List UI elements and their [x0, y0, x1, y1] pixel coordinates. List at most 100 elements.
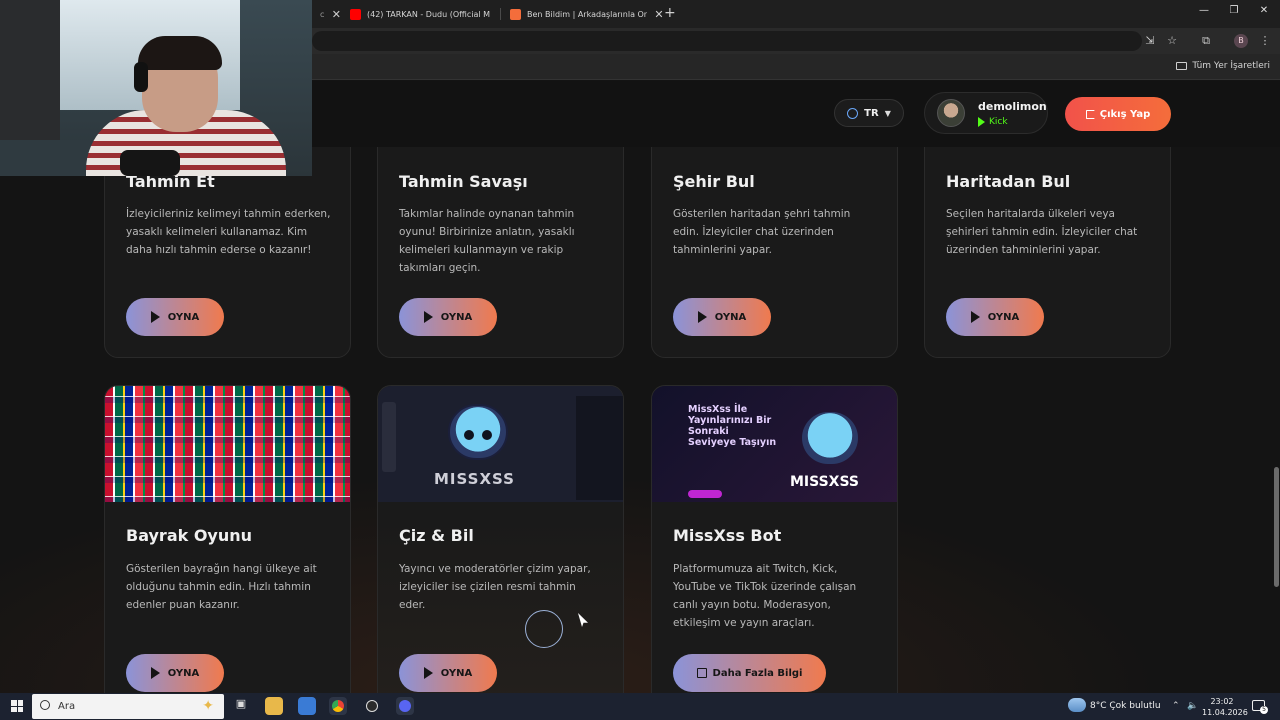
platform-label: Kick — [989, 117, 1008, 127]
youtube-icon — [350, 8, 361, 20]
menu-icon[interactable]: ⋮ — [1258, 34, 1272, 48]
game-title: Çiz & Bil — [399, 526, 474, 545]
site-favicon-icon — [510, 8, 521, 20]
play-button-label: OYNA — [987, 311, 1020, 323]
weather-icon[interactable] — [1068, 698, 1086, 712]
bookmark-star-icon[interactable]: ☆ — [1165, 34, 1179, 48]
webcam-person-hair — [138, 36, 222, 70]
discord-taskbar-button[interactable] — [396, 697, 414, 715]
thumbnail-cta — [688, 490, 722, 498]
play-button[interactable]: OYNA — [673, 298, 771, 336]
game-title: Haritadan Bul — [946, 172, 1071, 191]
game-description: Seçilen haritalarda ülkeleri veya şehirl… — [946, 208, 1138, 256]
drawing-toolbar — [382, 402, 396, 472]
play-button[interactable]: OYNA — [946, 298, 1044, 336]
platform-badge: Kick — [978, 117, 1008, 127]
install-app-icon[interactable]: ⇲ — [1143, 34, 1157, 48]
game-description: Gösterilen bayrağın hangi ülkeye ait old… — [126, 563, 317, 611]
thumbnail-logo-text: MISSXSS — [434, 470, 515, 488]
taskbar-search-input[interactable]: Ara ✦ — [32, 694, 224, 719]
address-bar[interactable] — [312, 31, 1142, 51]
game-card-bayrak-oyunu: Bayrak Oyunu Gösterilen bayrağın hangi ü… — [104, 385, 351, 693]
play-button[interactable]: OYNA — [126, 298, 224, 336]
thumbnail-bot-name: MISSXSS — [790, 474, 860, 490]
webcam-headset — [134, 62, 148, 92]
play-button-label: OYNA — [167, 667, 200, 679]
logout-button[interactable]: Çıkış Yap — [1065, 97, 1171, 131]
game-title: Tahmin Savaşı — [399, 172, 528, 191]
app-icon[interactable] — [298, 697, 316, 715]
chevron-down-icon: ▼ — [884, 108, 891, 118]
chrome-taskbar-button[interactable] — [329, 697, 347, 715]
game-description: Takımlar halinde oynanan tahmin oyunu! B… — [399, 208, 575, 274]
notification-count-badge: 5 — [1260, 706, 1268, 714]
volume-icon[interactable]: 🔈 — [1187, 701, 1198, 711]
extensions-icon[interactable]: ⧉ — [1199, 34, 1213, 48]
play-icon — [150, 311, 160, 323]
thumbnail-side-panel — [576, 396, 623, 500]
folder-icon — [1176, 62, 1188, 70]
page-scrollbar[interactable] — [1274, 467, 1279, 587]
external-link-icon — [696, 668, 707, 678]
game-description: İzleyicileriniz kelimeyi tahmin ederken,… — [126, 208, 331, 256]
game-card-missxss-bot: MissXss İle Yayınlarınızı Bir Sonraki Se… — [651, 385, 898, 693]
search-icon — [40, 700, 50, 710]
drawing-thumbnail: MISSXSS — [378, 386, 623, 502]
tab-title: Ben Bildim | Arkadaşlarınla Onl — [527, 9, 647, 19]
discord-icon — [399, 700, 411, 712]
clock-time: 23:02 — [1210, 697, 1234, 706]
windows-start-icon[interactable] — [11, 700, 23, 712]
game-description: Gösterilen haritadan şehri tahmin edin. … — [673, 208, 851, 256]
flags-thumbnail — [105, 386, 350, 502]
tab-title: (42) TARKAN - Dudu (Official M — [367, 9, 491, 19]
language-selector[interactable]: TR ▼ — [834, 99, 904, 127]
play-button-label: OYNA — [167, 311, 200, 323]
obs-icon — [366, 700, 378, 712]
logout-icon — [1085, 109, 1095, 119]
close-tab-icon[interactable]: ✕ — [330, 8, 342, 21]
obs-taskbar-button[interactable] — [363, 697, 381, 715]
restore-icon[interactable]: ❐ — [1227, 5, 1241, 16]
task-view-icon[interactable]: ▣ — [232, 697, 250, 715]
bot-thumbnail: MissXss İle Yayınlarınızı Bir Sonraki Se… — [652, 386, 897, 502]
user-profile-chip[interactable]: demolimon Kick — [924, 92, 1048, 134]
new-tab-button[interactable]: + — [664, 5, 676, 21]
game-title: Şehir Bul — [673, 172, 755, 191]
chevron-up-icon[interactable]: ⌃ — [1172, 701, 1180, 711]
play-button[interactable]: OYNA — [126, 654, 224, 692]
minimize-icon[interactable]: — — [1197, 5, 1211, 16]
browser-tab-benbildim[interactable]: Ben Bildim | Arkadaşlarınla Onl ✕ — [502, 4, 673, 24]
sparkle-icon: ✦ — [202, 698, 214, 714]
game-description: Yayıncı ve moderatörler çizim yapar, izl… — [399, 563, 591, 611]
profile-avatar[interactable]: B — [1234, 34, 1248, 48]
weather-text[interactable]: 8°C Çok bulutlu — [1090, 701, 1161, 711]
loading-spinner — [525, 610, 563, 648]
globe-icon — [847, 107, 859, 119]
play-icon — [697, 311, 707, 323]
username: demolimon — [978, 100, 1047, 113]
webcam-overlay — [0, 0, 312, 176]
mascot-eye — [482, 430, 492, 440]
more-info-button[interactable]: Daha Fazla Bilgi — [673, 654, 826, 692]
game-description: Platformumuza ait Twitch, Kick, YouTube … — [673, 563, 857, 629]
all-bookmarks-button[interactable]: Tüm Yer İşaretleri — [1176, 61, 1270, 71]
play-icon — [970, 311, 980, 323]
play-button[interactable]: OYNA — [399, 298, 497, 336]
all-bookmarks-label: Tüm Yer İşaretleri — [1192, 61, 1270, 71]
file-explorer-icon[interactable] — [265, 697, 283, 715]
mascot-image — [448, 404, 508, 460]
tab-truncated-edge: c — [320, 9, 325, 19]
kick-icon — [978, 117, 985, 127]
play-button[interactable]: OYNA — [399, 654, 497, 692]
tab-divider — [500, 8, 501, 20]
play-icon — [150, 667, 160, 679]
play-button-label: OYNA — [440, 667, 473, 679]
clock-date: 11.04.2026 — [1202, 708, 1248, 717]
play-icon — [423, 667, 433, 679]
webcam-microphone — [120, 150, 180, 176]
more-info-label: Daha Fazla Bilgi — [712, 667, 803, 679]
language-code: TR — [864, 107, 879, 119]
play-button-label: OYNA — [714, 311, 747, 323]
close-window-icon[interactable]: ✕ — [1257, 5, 1271, 16]
taskbar-clock[interactable]: 23:02 11.04.2026 — [1202, 696, 1248, 718]
